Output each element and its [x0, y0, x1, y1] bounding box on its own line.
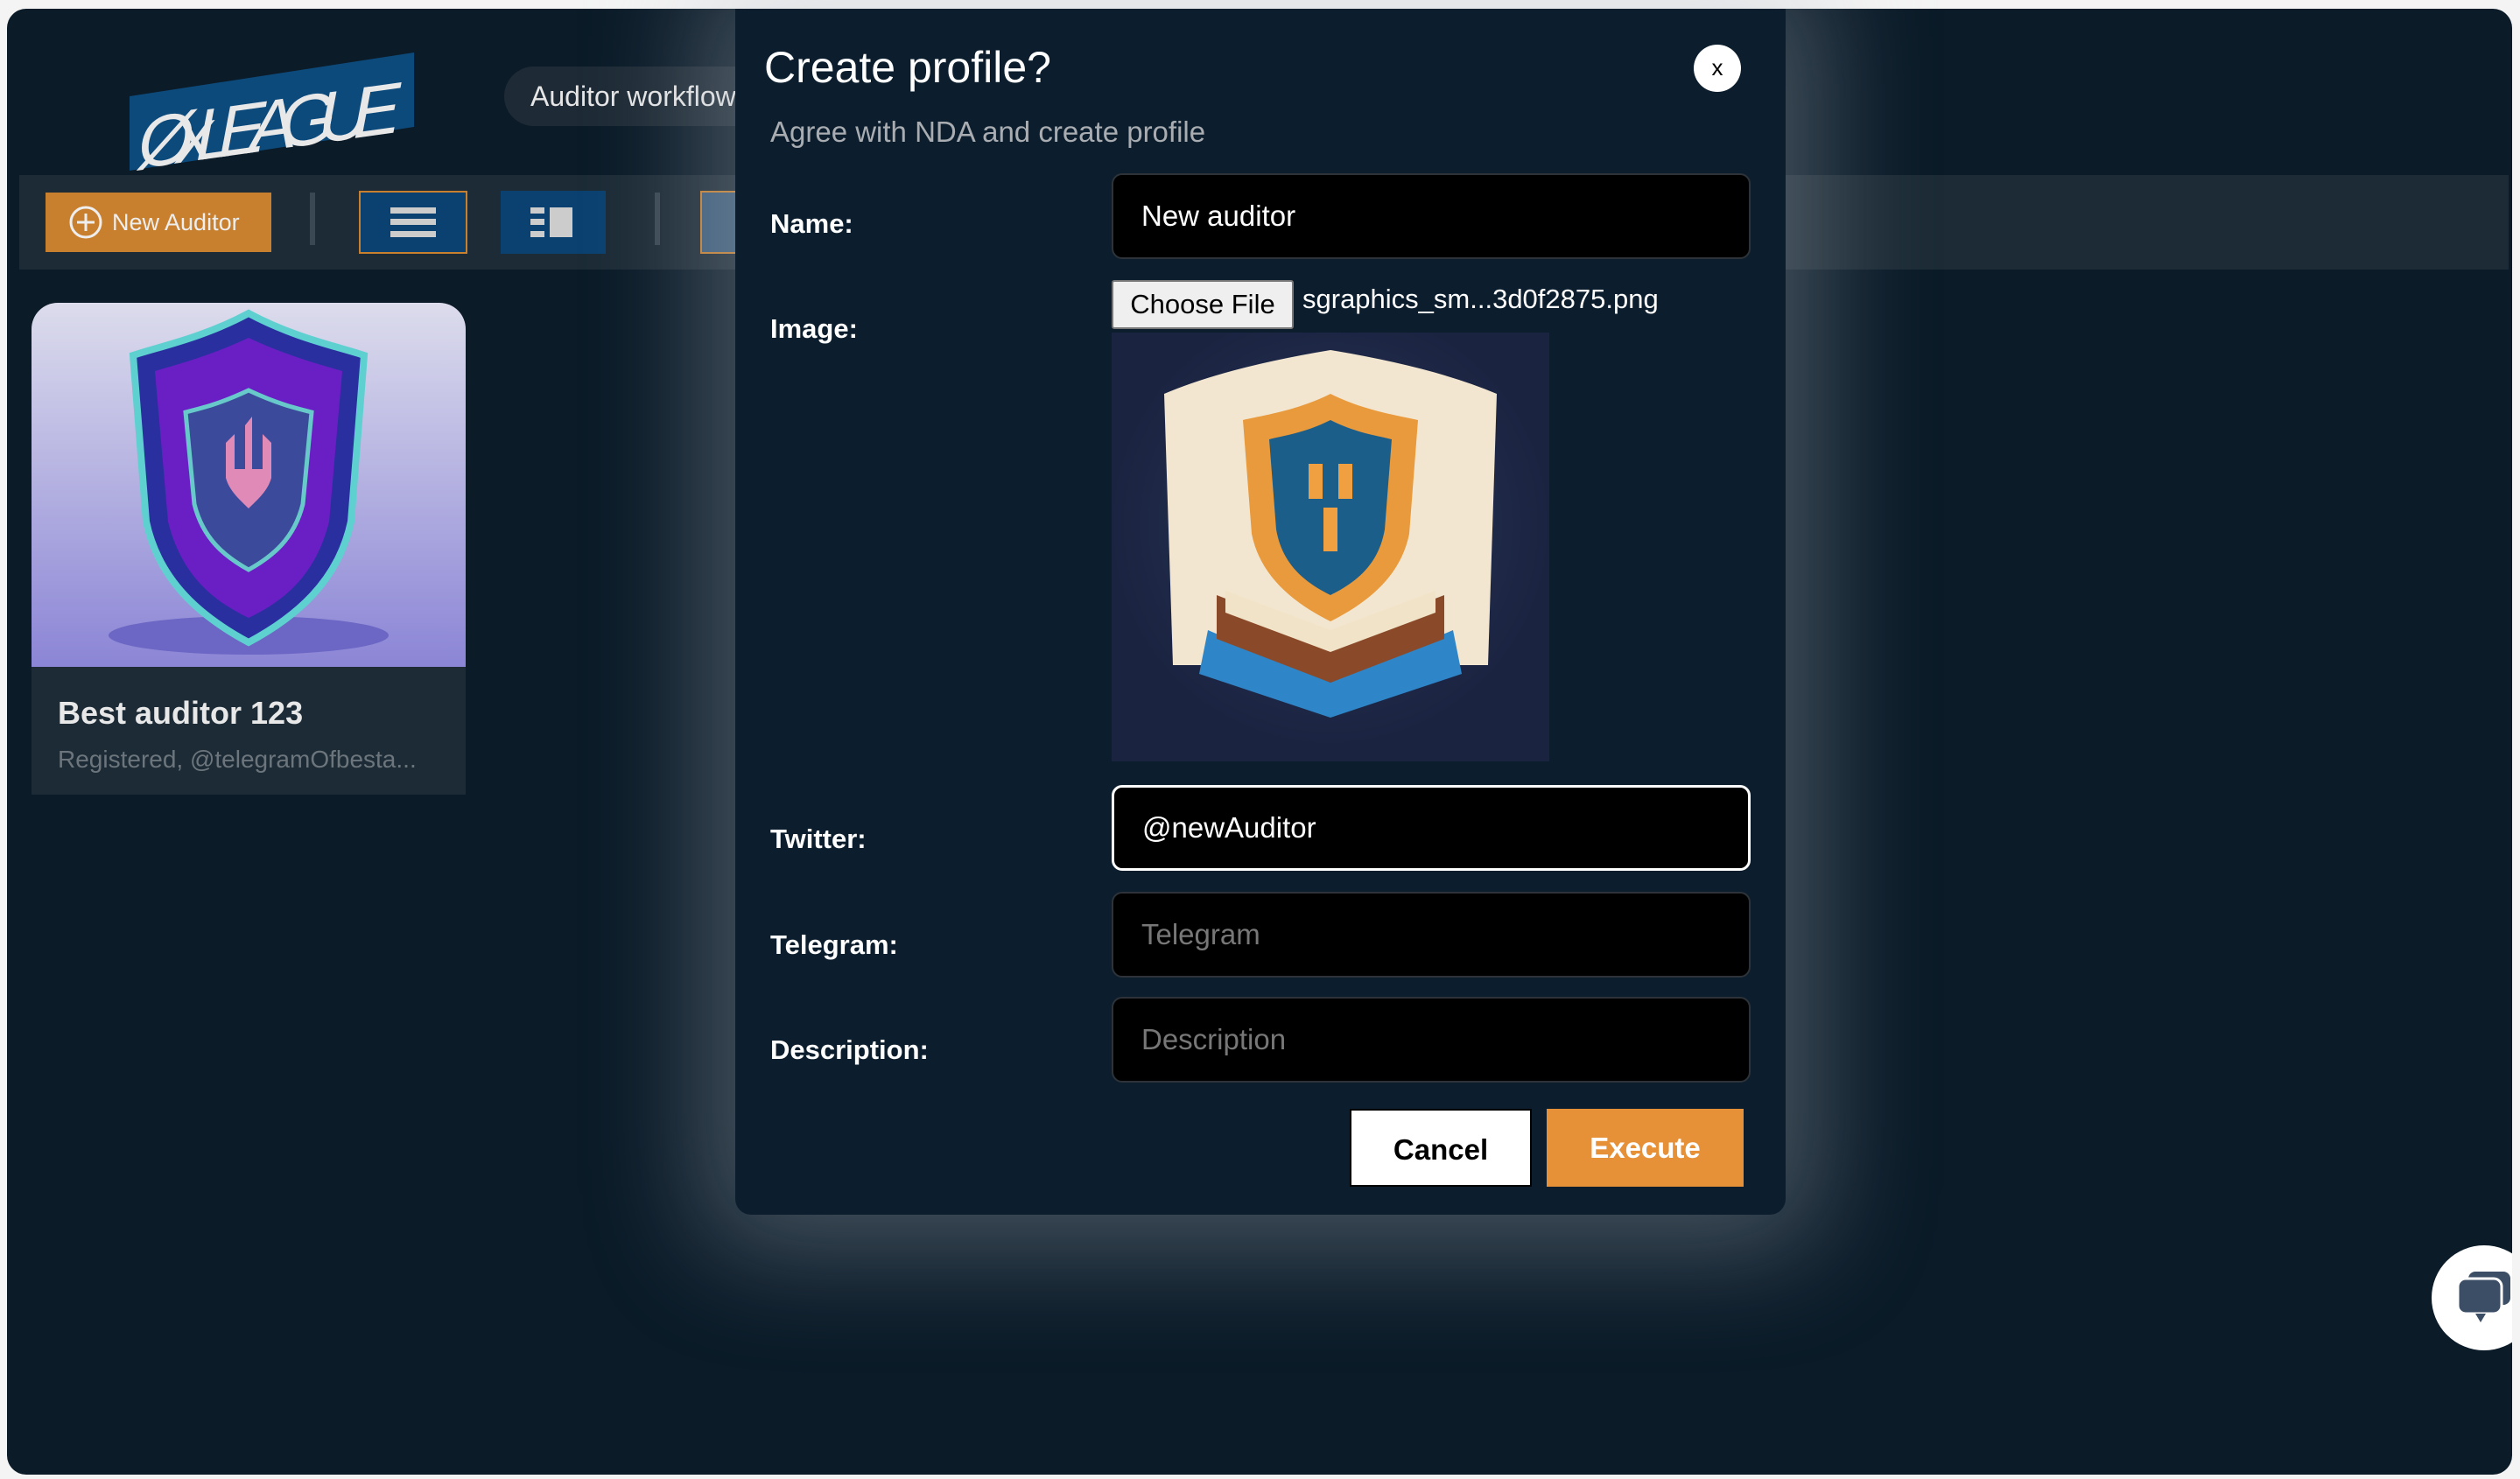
- grid-view-button[interactable]: [501, 191, 606, 254]
- dialog-subtitle: Agree with NDA and create profile: [770, 116, 1206, 148]
- new-auditor-button[interactable]: New Auditor: [46, 193, 271, 252]
- logo[interactable]: ØxLEAGUE: [130, 53, 418, 185]
- dialog-title: Create profile?: [764, 43, 1051, 92]
- auditor-subtitle: Registered, @telegramOfbesta...: [58, 746, 417, 773]
- new-auditor-label: New Auditor: [112, 208, 240, 235]
- chat-bubble-icon: [2456, 1272, 2510, 1322]
- description-input[interactable]: [1112, 997, 1751, 1083]
- list-view-button[interactable]: [359, 191, 467, 254]
- divider: [655, 193, 660, 245]
- image-label: Image:: [770, 313, 858, 344]
- create-profile-dialog: Create profile? x Agree with NDA and cre…: [735, 9, 1786, 1215]
- close-button[interactable]: x: [1694, 45, 1741, 92]
- divider: [310, 193, 315, 245]
- telegram-label: Telegram:: [770, 929, 898, 960]
- name-label: Name:: [770, 208, 853, 239]
- auditor-card[interactable]: Best auditor 123 Registered, @telegramOf…: [32, 303, 466, 795]
- cancel-button[interactable]: Cancel: [1350, 1109, 1532, 1187]
- auditor-name: Best auditor 123: [58, 695, 304, 731]
- plus-circle-icon: [69, 206, 102, 239]
- auditor-avatar: [32, 303, 466, 667]
- name-input[interactable]: [1112, 173, 1751, 259]
- execute-button[interactable]: Execute: [1547, 1109, 1744, 1187]
- nav-auditor-workflow[interactable]: Auditor workflow: [504, 67, 771, 126]
- image-preview: [1112, 333, 1549, 761]
- selected-filename: sgraphics_sm...3d0f2875.png: [1302, 284, 1659, 314]
- list-icon: [390, 207, 436, 237]
- telegram-input[interactable]: [1112, 892, 1751, 978]
- choose-file-button[interactable]: Choose File: [1112, 280, 1294, 329]
- twitter-label: Twitter:: [770, 824, 867, 854]
- twitter-input[interactable]: [1112, 785, 1751, 871]
- grid-icon: [530, 207, 572, 237]
- description-label: Description:: [770, 1034, 929, 1065]
- chat-button[interactable]: [2432, 1245, 2512, 1350]
